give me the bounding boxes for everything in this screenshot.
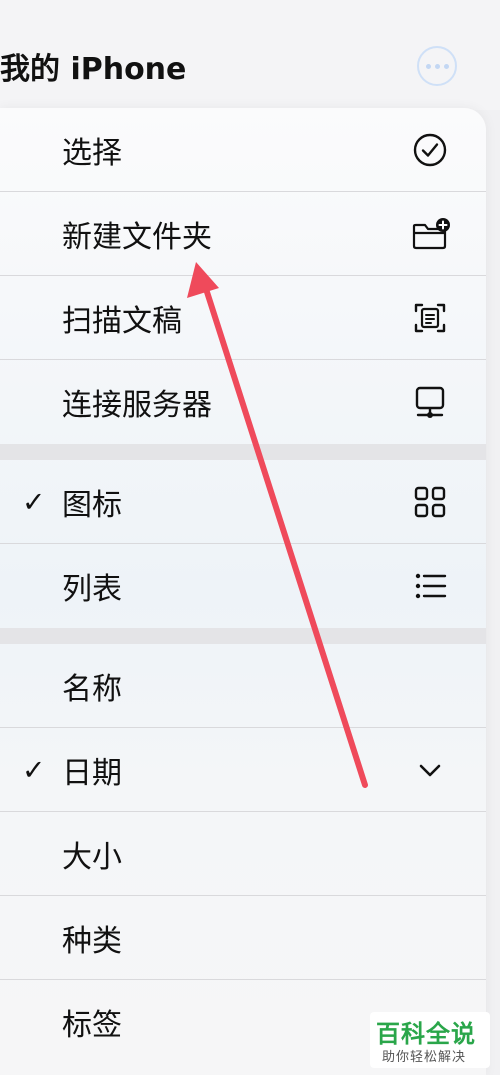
server-display-icon bbox=[415, 386, 445, 418]
menu-item-label: 种类 bbox=[62, 923, 122, 959]
header: 我的 iPhone bbox=[0, 0, 500, 110]
menu-item-sort-size[interactable]: 大小 bbox=[0, 812, 486, 896]
menu-separator bbox=[0, 628, 486, 644]
doc-scanner-icon bbox=[414, 303, 446, 332]
ellipsis-icon bbox=[425, 63, 431, 69]
context-menu: 选择 新建文件夹 扫描文稿 连接服务器 ✓ 图标 列表 名称 ✓ 日期 大小 种… bbox=[0, 108, 486, 1075]
menu-item-scan-documents[interactable]: 扫描文稿 bbox=[0, 276, 486, 360]
checkmark-icon: ✓ bbox=[22, 753, 46, 786]
checkmark-icon: ✓ bbox=[22, 485, 46, 518]
watermark-subtitle: 助你轻松解决 bbox=[382, 1050, 467, 1065]
menu-item-label: 扫描文稿 bbox=[62, 303, 182, 339]
menu-item-sort-kind[interactable]: 种类 bbox=[0, 896, 486, 980]
menu-item-label: 名称 bbox=[62, 671, 122, 707]
checkmark-circle-icon bbox=[413, 133, 447, 166]
menu-item-label: 新建文件夹 bbox=[62, 219, 212, 255]
grid-icon bbox=[414, 486, 446, 517]
menu-item-sort-date[interactable]: ✓ 日期 bbox=[0, 728, 486, 812]
chevron-down-icon bbox=[419, 764, 441, 776]
page-title: 我的 iPhone bbox=[0, 52, 187, 87]
menu-item-label: 列表 bbox=[62, 572, 122, 607]
menu-item-label: 图标 bbox=[62, 487, 122, 523]
menu-item-new-folder[interactable]: 新建文件夹 bbox=[0, 192, 486, 276]
menu-item-label: 选择 bbox=[62, 135, 122, 171]
menu-item-label: 标签 bbox=[62, 1008, 122, 1043]
menu-item-label: 连接服务器 bbox=[62, 388, 212, 423]
folder-add-icon bbox=[412, 217, 450, 249]
menu-item-icons-view[interactable]: ✓ 图标 bbox=[0, 460, 486, 544]
more-options-button[interactable] bbox=[417, 46, 457, 86]
menu-item-connect-server[interactable]: 连接服务器 bbox=[0, 360, 486, 444]
menu-separator bbox=[0, 444, 486, 460]
list-bullet-icon bbox=[415, 573, 447, 599]
menu-item-select[interactable]: 选择 bbox=[0, 108, 486, 192]
menu-item-list-view[interactable]: 列表 bbox=[0, 544, 486, 628]
watermark-title: 百科全说 bbox=[376, 1020, 476, 1048]
menu-item-label: 日期 bbox=[62, 755, 122, 791]
menu-item-sort-name[interactable]: 名称 bbox=[0, 644, 486, 728]
watermark-logo: 百科全说 助你轻松解决 bbox=[370, 1012, 490, 1068]
menu-item-label: 大小 bbox=[62, 839, 122, 875]
